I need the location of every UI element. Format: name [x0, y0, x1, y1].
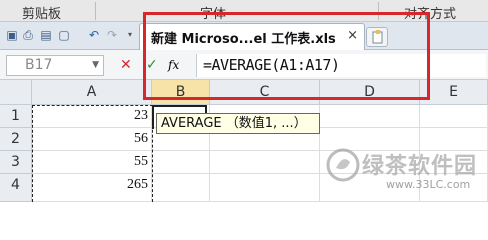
watermark-url: www.33LC.com — [386, 178, 471, 191]
watermark-logo-icon — [326, 148, 360, 182]
watermark-text: 绿茶软件园 — [362, 154, 478, 179]
function-tooltip-text: AVERAGE （数值1, ...） — [161, 116, 307, 131]
select-all-corner[interactable] — [0, 80, 32, 105]
cancel-formula-icon[interactable]: ✕ — [120, 55, 132, 75]
range-selection-marquee — [32, 105, 153, 202]
format-painter-icon[interactable]: ▢ — [56, 27, 72, 43]
cell-c4[interactable] — [210, 174, 320, 202]
cell-b3[interactable] — [152, 151, 210, 174]
row-header[interactable]: 1 — [0, 105, 32, 128]
column-header-a[interactable]: A — [32, 80, 152, 105]
function-tooltip: AVERAGE （数值1, ...） — [156, 113, 320, 134]
name-box[interactable]: B17 ▼ — [6, 55, 104, 76]
ribbon-group-clipboard: 剪贴板 — [22, 7, 62, 22]
undo-icon[interactable]: ↶ — [86, 27, 102, 43]
print-icon[interactable]: ⎙ — [20, 27, 36, 43]
row-header[interactable]: 3 — [0, 151, 32, 174]
redo-icon[interactable]: ↷ — [104, 27, 120, 43]
chevron-down-icon[interactable]: ▼ — [92, 56, 99, 75]
annotation-highlight-box — [143, 12, 430, 100]
ribbon-divider — [95, 2, 96, 20]
cell-e1[interactable] — [420, 105, 488, 128]
cell-c3[interactable] — [210, 151, 320, 174]
row-header[interactable]: 4 — [0, 174, 32, 202]
customize-toolbar-icon[interactable]: ▾ — [122, 27, 138, 43]
save-icon[interactable]: ▣ — [4, 27, 20, 43]
print-preview-icon[interactable]: ▤ — [38, 27, 54, 43]
cell-d1[interactable] — [320, 105, 420, 128]
name-box-value: B17 — [25, 57, 53, 73]
column-header-e[interactable]: E — [420, 80, 488, 105]
row-header[interactable]: 2 — [0, 128, 32, 151]
cell-b4[interactable] — [152, 174, 210, 202]
